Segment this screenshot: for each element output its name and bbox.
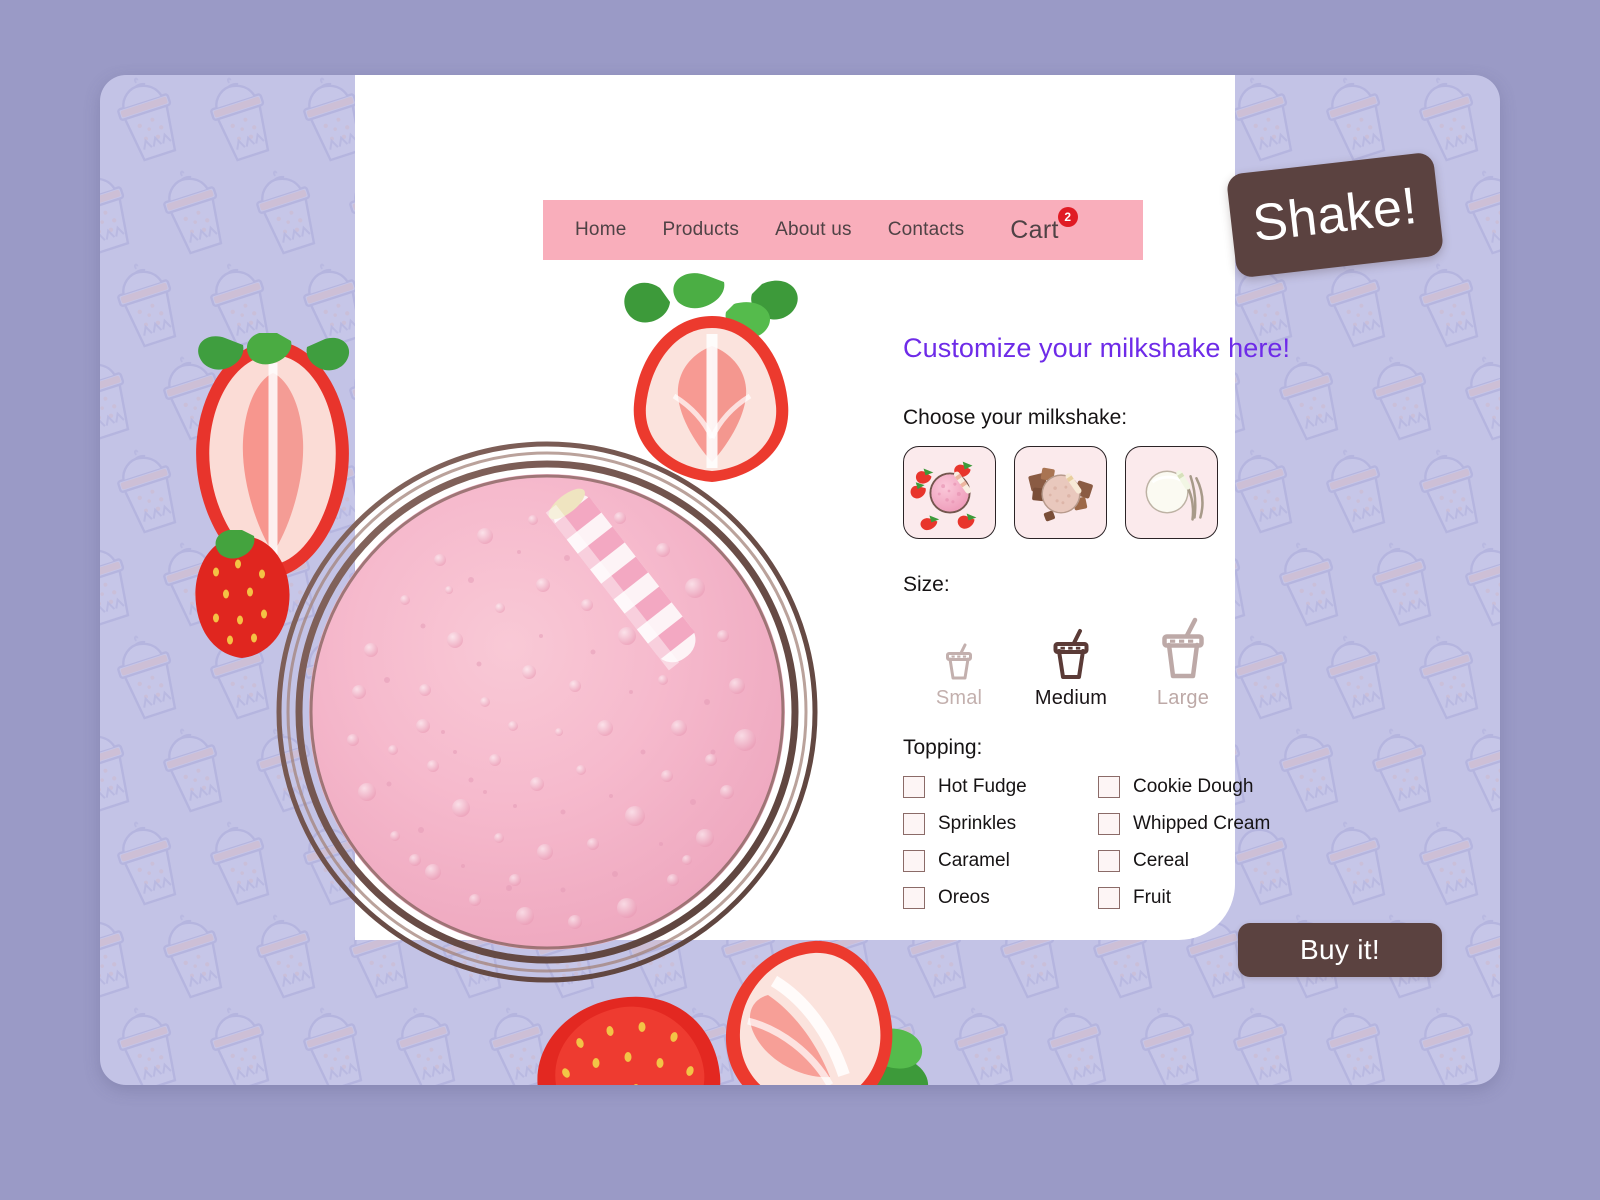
cart-count-badge: 2 [1057,206,1078,227]
app-panel: Home Products About us Contacts Cart 2 S… [100,75,1500,1085]
buy-button-label: Buy it! [1300,934,1380,965]
strawberry-left-lower-decoration [190,530,295,660]
topping-caramel[interactable]: Caramel [903,850,1098,872]
topping-section-label: Topping: [903,736,983,759]
flavor-options [903,446,1323,539]
buy-button[interactable]: Buy it! [1238,923,1442,977]
size-section-label: Size: [903,573,950,596]
size-option-small[interactable]: Smal [903,613,1015,710]
nav-link-home[interactable]: Home [575,219,626,241]
nav-link-about-us[interactable]: About us [775,219,852,241]
strawberry-half-bottom-decoration [718,937,933,1085]
page-frame: Home Products About us Contacts Cart 2 S… [0,0,1600,1200]
nav-link-contacts[interactable]: Contacts [888,219,965,241]
strawberry-whole-bottom-decoration [528,993,738,1085]
checkbox-whipped-cream[interactable] [1098,813,1120,835]
checkbox-caramel[interactable] [903,850,925,872]
size-options: Smal Medium Large [903,613,1323,710]
size-label-large: Large [1156,687,1210,709]
topping-label-cookie-dough: Cookie Dough [1133,776,1254,797]
cart-button[interactable]: Cart 2 [1010,206,1078,245]
checkbox-sprinkles[interactable] [903,813,925,835]
topping-label-caramel: Caramel [938,850,1010,871]
flavor-option-vanilla[interactable] [1125,446,1218,539]
size-option-medium[interactable]: Medium [1015,613,1127,710]
strawberry-half-top-decoration [612,270,812,485]
size-option-large[interactable]: Large [1127,613,1239,710]
topping-cookie-dough[interactable]: Cookie Dough [1098,776,1293,798]
brand-logo-text: Shake! [1249,176,1421,254]
cup-small-icon [942,613,976,681]
checkbox-cereal[interactable] [1098,850,1120,872]
customize-form: Customize your milkshake here! Choose yo… [903,333,1323,909]
topping-label-fruit: Fruit [1133,887,1171,908]
cart-label: Cart [1010,215,1059,244]
checkbox-cookie-dough[interactable] [1098,776,1120,798]
flavor-section-label: Choose your milkshake: [903,406,1128,429]
page-title: Customize your milkshake here! [903,333,1291,363]
checkbox-hot-fudge[interactable] [903,776,925,798]
topping-fruit[interactable]: Fruit [1098,887,1293,909]
checkbox-fruit[interactable] [1098,887,1120,909]
size-label-medium: Medium [1034,687,1108,709]
topping-label-hot-fudge: Hot Fudge [938,776,1027,797]
size-label-small: Smal [935,687,983,709]
topping-sprinkles[interactable]: Sprinkles [903,813,1098,835]
topping-options: Hot Fudge Cookie Dough Sprinkles Whipped… [903,776,1323,909]
topping-oreos[interactable]: Oreos [903,887,1098,909]
topping-hot-fudge[interactable]: Hot Fudge [903,776,1098,798]
topping-label-whipped-cream: Whipped Cream [1133,813,1271,834]
checkbox-oreos[interactable] [903,887,925,909]
flavor-option-strawberry[interactable] [903,446,996,539]
main-navigation: Home Products About us Contacts Cart 2 [543,200,1143,260]
topping-label-oreos: Oreos [938,887,990,908]
cup-large-icon [1157,613,1209,681]
topping-label-cereal: Cereal [1133,850,1189,871]
topping-whipped-cream[interactable]: Whipped Cream [1098,813,1293,835]
flavor-option-chocolate[interactable] [1014,446,1107,539]
topping-cereal[interactable]: Cereal [1098,850,1293,872]
cup-medium-icon [1049,613,1093,681]
nav-link-products[interactable]: Products [662,219,739,241]
topping-label-sprinkles: Sprinkles [938,813,1017,834]
